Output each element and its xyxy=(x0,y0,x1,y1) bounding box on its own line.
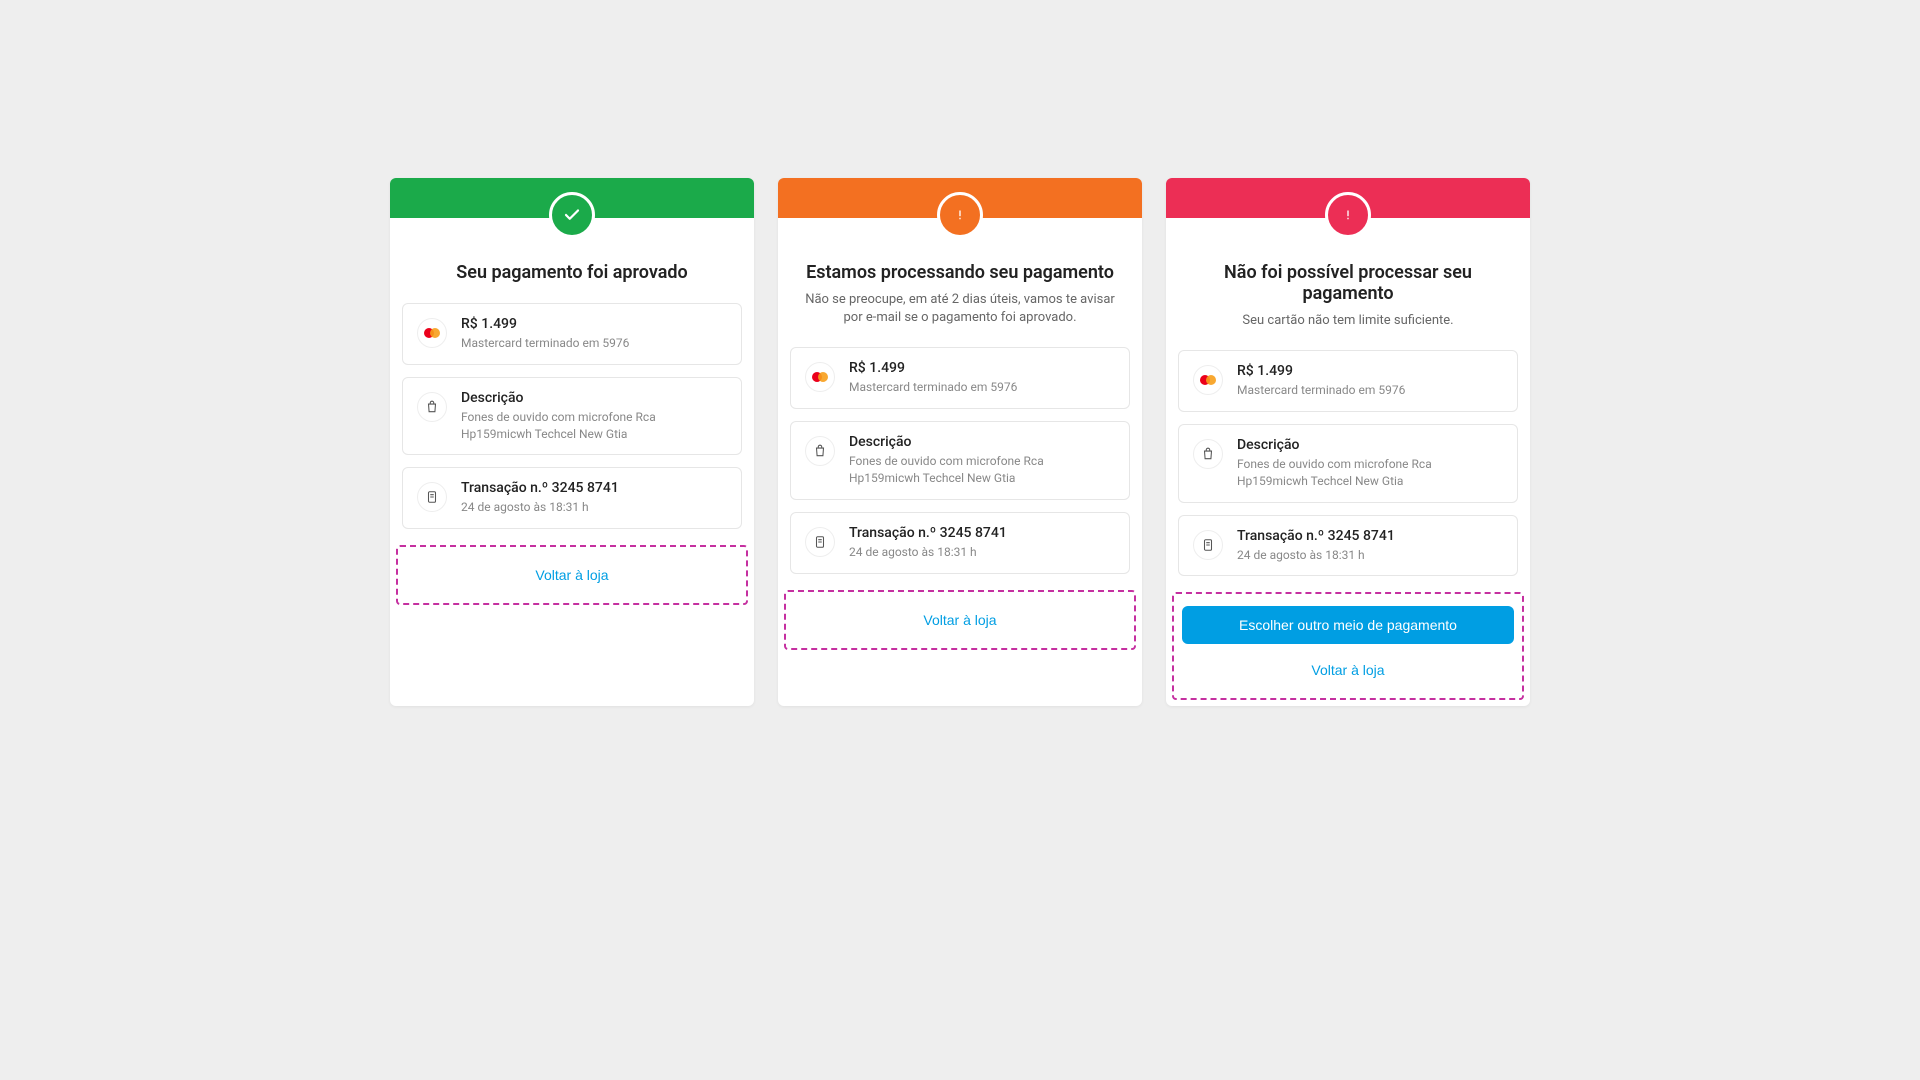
payment-status-card-processing: Estamos processando seu pagamento Não se… xyxy=(778,178,1142,706)
transaction-time: 24 de agosto às 18:31 h xyxy=(849,544,1115,561)
transaction-time: 24 de agosto às 18:31 h xyxy=(1237,547,1503,564)
description-label: Descrição xyxy=(461,390,727,406)
back-to-store-button[interactable]: Voltar à loja xyxy=(794,604,1126,636)
payment-amount-item: R$ 1.499 Mastercard terminado em 5976 xyxy=(790,347,1130,409)
actions-area: Escolher outro meio de pagamento Voltar … xyxy=(1172,592,1524,700)
payment-amount-item: R$ 1.499 Mastercard terminado em 5976 xyxy=(402,303,742,365)
check-icon xyxy=(563,206,581,224)
bag-icon xyxy=(1193,439,1223,469)
transaction-label: Transação n.º 3245 8741 xyxy=(461,480,727,496)
payment-status-card-success: Seu pagamento foi aprovado R$ 1.499 Mast… xyxy=(390,178,754,706)
actions-area: Voltar à loja xyxy=(784,590,1136,650)
status-subtitle: Seu cartão não tem limite suficiente. xyxy=(1186,312,1510,330)
payment-method: Mastercard terminado em 5976 xyxy=(1237,382,1503,399)
description-text: Fones de ouvido com microfone Rca Hp159m… xyxy=(1237,456,1503,490)
status-title: Seu pagamento foi aprovado xyxy=(410,262,734,283)
exclamation-icon xyxy=(952,207,968,223)
transaction-item: Transação n.º 3245 8741 24 de agosto às … xyxy=(1178,515,1518,577)
receipt-icon xyxy=(1193,530,1223,560)
payment-method: Mastercard terminado em 5976 xyxy=(461,335,727,352)
status-title: Não foi possível processar seu pagamento xyxy=(1186,262,1510,304)
mastercard-icon xyxy=(1193,365,1223,395)
mastercard-icon xyxy=(417,318,447,348)
choose-other-payment-button[interactable]: Escolher outro meio de pagamento xyxy=(1182,606,1514,644)
description-text: Fones de ouvido com microfone Rca Hp159m… xyxy=(849,453,1115,487)
description-item: Descrição Fones de ouvido com microfone … xyxy=(790,421,1130,500)
actions-area: Voltar à loja xyxy=(396,545,748,605)
status-circle xyxy=(549,192,595,238)
description-item: Descrição Fones de ouvido com microfone … xyxy=(402,377,742,456)
status-circle xyxy=(937,192,983,238)
back-to-store-button[interactable]: Voltar à loja xyxy=(406,559,738,591)
transaction-label: Transação n.º 3245 8741 xyxy=(1237,528,1503,544)
description-label: Descrição xyxy=(1237,437,1503,453)
status-subtitle: Não se preocupe, em até 2 dias úteis, va… xyxy=(798,291,1122,327)
receipt-icon xyxy=(805,527,835,557)
payment-amount: R$ 1.499 xyxy=(1237,363,1503,379)
description-item: Descrição Fones de ouvido com microfone … xyxy=(1178,424,1518,503)
transaction-item: Transação n.º 3245 8741 24 de agosto às … xyxy=(402,467,742,529)
back-to-store-button[interactable]: Voltar à loja xyxy=(1182,654,1514,686)
description-label: Descrição xyxy=(849,434,1115,450)
bag-icon xyxy=(417,392,447,422)
status-title: Estamos processando seu pagamento xyxy=(798,262,1122,283)
payment-amount-item: R$ 1.499 Mastercard terminado em 5976 xyxy=(1178,350,1518,412)
cards-row: Seu pagamento foi aprovado R$ 1.499 Mast… xyxy=(390,178,1530,706)
status-circle xyxy=(1325,192,1371,238)
transaction-item: Transação n.º 3245 8741 24 de agosto às … xyxy=(790,512,1130,574)
exclamation-icon xyxy=(1340,207,1356,223)
description-text: Fones de ouvido com microfone Rca Hp159m… xyxy=(461,409,727,443)
payment-amount: R$ 1.499 xyxy=(461,316,727,332)
mastercard-icon xyxy=(805,362,835,392)
payment-method: Mastercard terminado em 5976 xyxy=(849,379,1115,396)
receipt-icon xyxy=(417,482,447,512)
bag-icon xyxy=(805,436,835,466)
payment-amount: R$ 1.499 xyxy=(849,360,1115,376)
payment-status-card-error: Não foi possível processar seu pagamento… xyxy=(1166,178,1530,706)
transaction-label: Transação n.º 3245 8741 xyxy=(849,525,1115,541)
transaction-time: 24 de agosto às 18:31 h xyxy=(461,499,727,516)
